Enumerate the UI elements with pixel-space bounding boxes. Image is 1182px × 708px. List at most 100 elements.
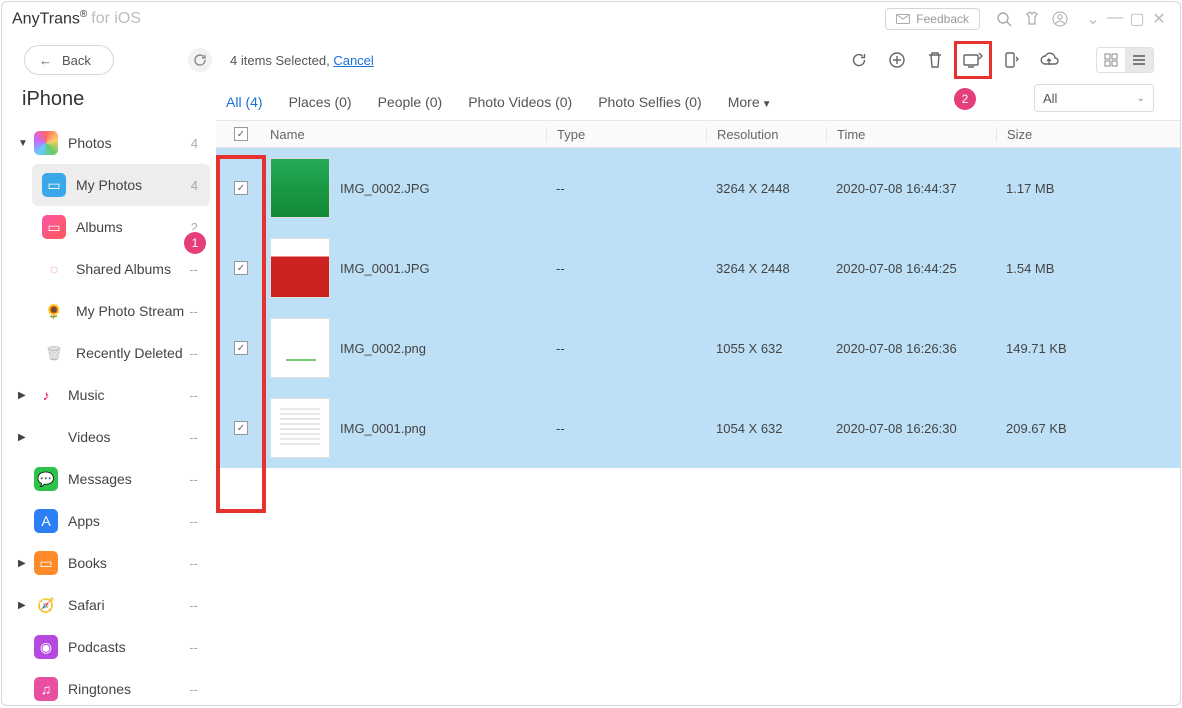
- to-pc-icon: [963, 52, 983, 68]
- sidebar-count: --: [189, 472, 198, 487]
- cell-resolution: 3264 X 2448: [706, 181, 826, 196]
- chevron-right-icon: ▶: [18, 432, 30, 443]
- sidebar-label: Podcasts: [68, 639, 126, 655]
- cell-time: 2020-07-08 16:26:30: [826, 421, 996, 436]
- select-all-checkbox[interactable]: ✓: [234, 127, 248, 141]
- sidebar-label: Books: [68, 555, 107, 571]
- shirt-icon[interactable]: [1020, 7, 1044, 31]
- row-checkbox[interactable]: ✓: [234, 341, 248, 355]
- sidebar-item-messages[interactable]: 💬 Messages --: [2, 458, 216, 500]
- podcasts-icon: ◉: [34, 635, 58, 659]
- feedback-button[interactable]: Feedback: [885, 8, 980, 30]
- file-name: IMG_0001.png: [340, 421, 426, 436]
- plus-icon: [888, 51, 906, 69]
- chevron-down-icon: ▼: [18, 138, 30, 149]
- cell-resolution: 1055 X 632: [706, 341, 826, 356]
- sidebar-count: --: [189, 640, 198, 655]
- col-name[interactable]: Name: [266, 127, 546, 142]
- back-label: Back: [62, 53, 91, 68]
- table-row[interactable]: ✓IMG_0001.png--1054 X 6322020-07-08 16:2…: [216, 388, 1180, 468]
- annotation-badge-2: 2: [954, 88, 976, 110]
- cell-time: 2020-07-08 16:26:36: [826, 341, 996, 356]
- chevron-down-icon: ⌄: [1137, 93, 1145, 104]
- sidebar-label: Shared Albums: [76, 261, 171, 277]
- chevrondown-icon[interactable]: ⌄: [1082, 9, 1104, 29]
- sidebar-count: --: [189, 388, 198, 403]
- sidebar-label: Apps: [68, 513, 100, 529]
- apps-icon: A: [34, 509, 58, 533]
- cell-size: 1.17 MB: [996, 181, 1126, 196]
- tab-people[interactable]: People (0): [378, 94, 443, 110]
- tab-more[interactable]: More▼: [728, 94, 772, 110]
- music-icon: ♪: [34, 383, 58, 407]
- tab-all[interactable]: All (4): [226, 94, 263, 110]
- add-button[interactable]: [884, 47, 910, 73]
- tab-photo-videos[interactable]: Photo Videos (0): [468, 94, 572, 110]
- col-type[interactable]: Type: [546, 127, 706, 142]
- table-row[interactable]: ✓IMG_0001.JPG--3264 X 24482020-07-08 16:…: [216, 228, 1180, 308]
- to-cloud-button[interactable]: [1036, 47, 1062, 73]
- sidebar-item-music[interactable]: ▶ ♪ Music --: [2, 374, 216, 416]
- tab-photo-selfies[interactable]: Photo Selfies (0): [598, 94, 702, 110]
- caret-down-icon: ▼: [762, 99, 772, 110]
- to-device-icon: [1003, 51, 1019, 69]
- filter-dropdown[interactable]: All ⌄: [1034, 84, 1154, 112]
- sidebar-item-apps[interactable]: A Apps --: [2, 500, 216, 542]
- back-button[interactable]: ← Back: [24, 45, 114, 75]
- sidebar-count: --: [189, 262, 198, 277]
- sidebar-item-safari[interactable]: ▶ 🧭 Safari --: [2, 584, 216, 626]
- table-header: ✓ Name Type Resolution Time Size: [216, 120, 1180, 148]
- maximize-icon[interactable]: ▢: [1126, 9, 1148, 29]
- cell-time: 2020-07-08 16:44:37: [826, 181, 996, 196]
- trash-icon: 🗑: [42, 341, 66, 365]
- sidebar-count: 4: [191, 136, 198, 151]
- grid-view-button[interactable]: [1097, 48, 1125, 72]
- grid-icon: [1104, 53, 1118, 67]
- sidebar-item-shared[interactable]: ◌ Shared Albums --: [26, 248, 216, 290]
- col-resolution[interactable]: Resolution: [706, 127, 826, 142]
- delete-button[interactable]: [922, 47, 948, 73]
- sidebar-item-photos[interactable]: ▼ Photos 4: [2, 122, 216, 164]
- sidebar-item-podcasts[interactable]: ◉ Podcasts --: [2, 626, 216, 668]
- col-size[interactable]: Size: [996, 127, 1126, 142]
- user-icon[interactable]: [1048, 7, 1072, 31]
- refresh-sidebar-button[interactable]: [188, 48, 212, 72]
- to-device-button[interactable]: [998, 47, 1024, 73]
- to-pc-button[interactable]: [960, 47, 986, 73]
- refresh-icon: [193, 53, 207, 67]
- list-view-button[interactable]: [1125, 48, 1153, 72]
- col-time[interactable]: Time: [826, 127, 996, 142]
- row-checkbox[interactable]: ✓: [234, 181, 248, 195]
- sidebar-item-myphotos[interactable]: ▭ My Photos 4: [32, 164, 210, 206]
- sidebar-item-stream[interactable]: 🌻 My Photo Stream --: [26, 290, 216, 332]
- feedback-label: Feedback: [916, 12, 969, 26]
- cancel-selection-link[interactable]: Cancel: [333, 53, 373, 68]
- brand-sub: for iOS: [91, 10, 141, 28]
- search-icon[interactable]: [992, 7, 1016, 31]
- brand-reg: ®: [80, 9, 87, 20]
- titlebar: AnyTrans® for iOS Feedback ⌄ — ▢ ✕: [2, 2, 1180, 36]
- sidebar-item-ringtones[interactable]: ♫ Ringtones --: [2, 668, 216, 706]
- file-name: IMG_0002.JPG: [340, 181, 430, 196]
- row-checkbox[interactable]: ✓: [234, 421, 248, 435]
- books-icon: ▭: [34, 551, 58, 575]
- selection-status: 4 items Selected, Cancel: [230, 53, 374, 68]
- table-row[interactable]: ✓IMG_0002.JPG--3264 X 24482020-07-08 16:…: [216, 148, 1180, 228]
- row-checkbox[interactable]: ✓: [234, 261, 248, 275]
- brand-name: AnyTrans: [12, 11, 80, 28]
- sidebar-item-videos[interactable]: ▶ 🎞 Videos --: [2, 416, 216, 458]
- thumbnail: [270, 158, 330, 218]
- minimize-icon[interactable]: —: [1104, 9, 1126, 29]
- refresh-button[interactable]: [846, 47, 872, 73]
- cell-size: 149.71 KB: [996, 341, 1126, 356]
- table-row[interactable]: ✓IMG_0002.png--1055 X 6322020-07-08 16:2…: [216, 308, 1180, 388]
- trash-icon: [927, 51, 943, 69]
- close-icon[interactable]: ✕: [1148, 9, 1170, 29]
- view-toggle: [1096, 47, 1154, 73]
- sidebar-item-deleted[interactable]: 🗑 Recently Deleted --: [26, 332, 216, 374]
- messages-icon: 💬: [34, 467, 58, 491]
- sidebar-count: 4: [191, 178, 198, 193]
- tab-places[interactable]: Places (0): [289, 94, 352, 110]
- sidebar-item-books[interactable]: ▶ ▭ Books --: [2, 542, 216, 584]
- stream-icon: 🌻: [42, 299, 66, 323]
